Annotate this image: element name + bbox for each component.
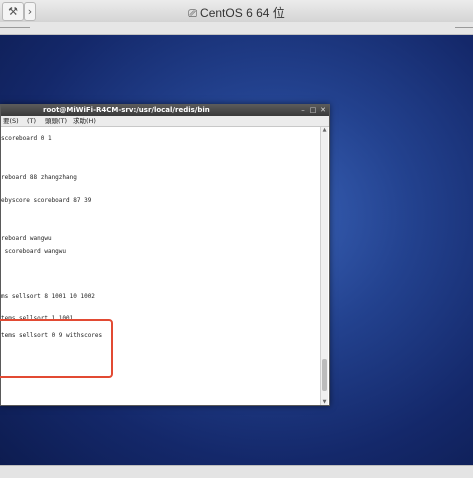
vm-toolbar — [0, 22, 473, 35]
terminal-scrollbar[interactable]: ▲ ▼ — [320, 127, 328, 405]
menu-item-terminal[interactable]: (T) — [27, 116, 36, 126]
terminal-line: ebyscore scoreboard 87 39 — [1, 197, 92, 204]
terminal-line: reboard wangwu — [1, 235, 52, 242]
terminal-line: scoreboard wangwu — [1, 248, 67, 255]
terminal-title: root@MiWiFi-R4CM-srv:/usr/local/redis/bi… — [43, 106, 210, 114]
window-title-container: ⎚ CentOS 6 64 位 — [0, 4, 473, 21]
scroll-up-icon[interactable]: ▲ — [321, 127, 328, 133]
toolbar-divider — [455, 27, 473, 28]
terminal-line: reboard 88 zhangzhang — [1, 174, 77, 181]
terminal-line: ms sellsort 8 1001 10 1002 — [1, 293, 95, 300]
vm-statusbar — [0, 465, 473, 478]
menu-item-search[interactable]: 要(S) — [3, 116, 19, 126]
terminal-menubar: 要(S) (T) 頭頭(T) 求助(H) — [1, 116, 329, 127]
window-title: CentOS 6 64 位 — [200, 6, 285, 20]
vm-os-icon: ⎚ — [188, 8, 198, 20]
menu-item-help[interactable]: 求助(H) — [73, 116, 96, 126]
maximize-icon[interactable]: □ — [309, 105, 317, 116]
close-icon[interactable]: ✕ — [319, 105, 327, 116]
terminal-titlebar[interactable]: root@MiWiFi-R4CM-srv:/usr/local/redis/bi… — [1, 105, 329, 116]
scrollbar-thumb[interactable] — [322, 359, 327, 391]
highlight-box — [0, 319, 113, 378]
scroll-down-icon[interactable]: ▼ — [321, 399, 328, 405]
guest-desktop: root@MiWiFi-R4CM-srv:/usr/local/redis/bi… — [0, 35, 473, 465]
vm-titlebar: ⚒ › ⎚ CentOS 6 64 位 — [0, 0, 473, 23]
terminal-line: scoreboard 0 1 — [1, 135, 52, 142]
minimize-icon[interactable]: – — [299, 105, 307, 116]
toolbar-divider — [0, 27, 30, 28]
menu-item-tabs[interactable]: 頭頭(T) — [45, 116, 67, 126]
terminal-window[interactable]: root@MiWiFi-R4CM-srv:/usr/local/redis/bi… — [0, 104, 330, 406]
